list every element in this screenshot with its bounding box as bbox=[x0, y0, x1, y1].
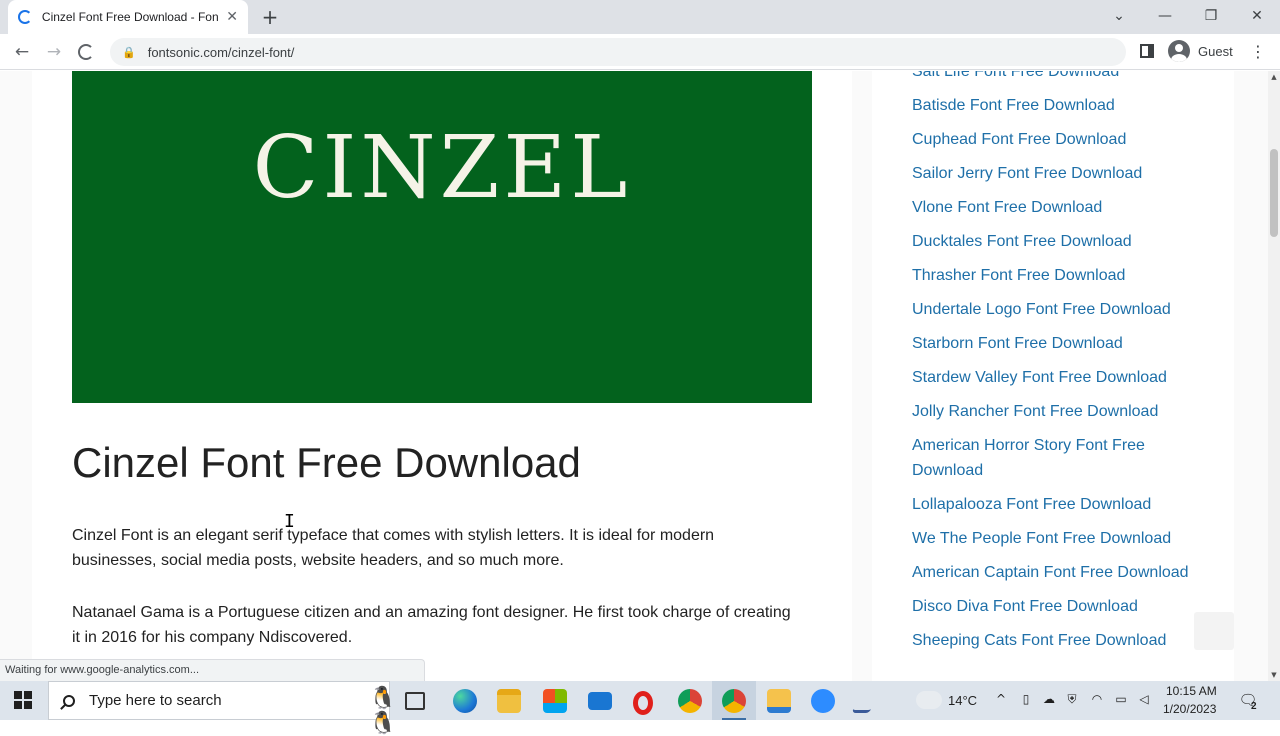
volume-icon[interactable]: ◁ bbox=[1136, 692, 1152, 706]
sidebar-link[interactable]: American Captain Font Free Download bbox=[912, 560, 1202, 594]
show-hidden-icons-icon[interactable]: ^ bbox=[993, 692, 1009, 706]
search-icon bbox=[63, 694, 75, 707]
sidebar-link[interactable]: Lollapalooza Font Free Download bbox=[912, 492, 1202, 526]
sidebar-link[interactable]: Undertale Logo Font Free Download bbox=[912, 297, 1202, 331]
scroll-down-arrow-icon[interactable]: ▼ bbox=[1268, 669, 1280, 681]
sidebar: Salt Life Font Free Download Batisde Fon… bbox=[872, 71, 1234, 681]
stop-loading-icon[interactable] bbox=[78, 44, 94, 60]
sidebar-link[interactable]: Salt Life Font Free Download bbox=[912, 71, 1202, 93]
text-cursor-icon: I bbox=[284, 511, 295, 532]
page-scrollbar[interactable]: ▲ ▼ bbox=[1268, 71, 1280, 681]
profile-label: Guest bbox=[1198, 43, 1233, 59]
sidebar-link[interactable]: Batisde Font Free Download bbox=[912, 93, 1202, 127]
sidebar-link[interactable]: Jolly Rancher Font Free Download bbox=[912, 399, 1202, 433]
forward-button[interactable]: → bbox=[41, 40, 67, 64]
designer-paragraph: Natanael Gama is a Portuguese citizen an… bbox=[72, 604, 791, 646]
tab-search-dropdown-icon[interactable]: ⌄ bbox=[1104, 6, 1134, 26]
search-highlight-penguins-icon: 🐧🐧 bbox=[369, 686, 396, 736]
new-tab-button[interactable]: + bbox=[258, 6, 282, 28]
windows-start-button[interactable] bbox=[14, 691, 32, 709]
weather-temperature[interactable]: 14°C bbox=[948, 693, 977, 708]
clock-time[interactable]: 10:15 AM bbox=[1166, 684, 1217, 698]
cloud-icon[interactable]: ☁ bbox=[1041, 692, 1057, 706]
browser-tab[interactable]: Cinzel Font Free Download - Fon ✕ bbox=[8, 0, 248, 34]
browser-tab-strip: Cinzel Font Free Download - Fon ✕ + ⌄ — … bbox=[0, 0, 1280, 34]
sidebar-link[interactable]: Starborn Font Free Download bbox=[912, 331, 1202, 365]
intro-paragraph: Cinzel Font is an elegant serif typeface… bbox=[72, 527, 715, 569]
sidebar-link[interactable]: Ducktales Font Free Download bbox=[912, 229, 1202, 263]
taskbar-search-box[interactable]: Type here to search 🐧🐧 bbox=[48, 681, 396, 736]
sidebar-link[interactable]: Sheeping Cats Font Free Download bbox=[912, 628, 1202, 662]
device-icon[interactable]: ▯ bbox=[1018, 692, 1034, 706]
pen-app-icon[interactable] bbox=[851, 689, 879, 713]
clock-date[interactable]: 1/20/2023 bbox=[1163, 702, 1216, 716]
hero-image: CINZEL bbox=[72, 71, 812, 403]
mail-icon[interactable] bbox=[588, 692, 612, 710]
notification-count-badge: 2 bbox=[1251, 701, 1257, 712]
search-placeholder: Type here to search bbox=[89, 692, 222, 709]
sidebar-link[interactable]: Stardew Valley Font Free Download bbox=[912, 365, 1202, 399]
avatar bbox=[1168, 40, 1190, 62]
task-view-icon[interactable] bbox=[405, 692, 425, 710]
battery-icon[interactable]: ▭ bbox=[1113, 692, 1129, 706]
files-icon[interactable] bbox=[767, 689, 791, 713]
status-bubble: Waiting for www.google-analytics.com... bbox=[0, 659, 425, 681]
scrollbar-thumb[interactable] bbox=[1270, 149, 1278, 237]
wifi-icon[interactable]: ◠ bbox=[1089, 692, 1105, 706]
side-panel-icon[interactable] bbox=[1140, 44, 1154, 58]
sidebar-link[interactable]: Sailor Jerry Font Free Download bbox=[912, 161, 1202, 195]
browser-toolbar: ← → 🔒 fontsonic.com/cinzel-font/ Guest ⋮ bbox=[0, 34, 1280, 70]
sidebar-link[interactable]: Thrasher Font Free Download bbox=[912, 263, 1202, 297]
browser-menu-icon[interactable]: ⋮ bbox=[1250, 42, 1266, 61]
weather-cloud-icon bbox=[916, 691, 942, 709]
address-bar[interactable]: 🔒 fontsonic.com/cinzel-font/ bbox=[110, 38, 1126, 66]
sidebar-link[interactable]: Vlone Font Free Download bbox=[912, 195, 1202, 229]
article-column: CINZEL Cinzel Font Free Download Cinzel … bbox=[32, 71, 852, 681]
microsoft-store-icon[interactable] bbox=[543, 689, 567, 713]
chrome-active-icon[interactable] bbox=[722, 689, 746, 713]
sidebar-link[interactable]: We The People Font Free Download bbox=[912, 526, 1202, 560]
tab-title: Cinzel Font Free Download - Fon bbox=[41, 10, 219, 24]
sidebar-link[interactable]: American Horror Story Font Free Download bbox=[912, 433, 1202, 492]
windows-taskbar: Type here to search 🐧🐧 14°C ^ ▯ ☁ ⛨ ◠ ▭ … bbox=[0, 681, 1280, 736]
file-explorer-icon[interactable] bbox=[497, 689, 521, 713]
close-window-button[interactable]: ✕ bbox=[1242, 6, 1272, 26]
restore-button[interactable]: ❐ bbox=[1196, 6, 1226, 26]
page-viewport: CINZEL Cinzel Font Free Download Cinzel … bbox=[0, 71, 1268, 681]
sidebar-link[interactable]: Disco Diva Font Free Download bbox=[912, 594, 1202, 628]
close-tab-icon[interactable]: ✕ bbox=[226, 9, 238, 25]
scroll-up-arrow-icon[interactable]: ▲ bbox=[1268, 71, 1280, 83]
related-fonts-list: Salt Life Font Free Download Batisde Fon… bbox=[912, 71, 1202, 662]
lock-icon[interactable]: 🔒 bbox=[122, 46, 136, 59]
zoom-icon[interactable] bbox=[811, 689, 835, 713]
profile-button[interactable]: Guest bbox=[1168, 40, 1233, 62]
chrome-icon[interactable] bbox=[678, 689, 702, 713]
back-to-top-button[interactable] bbox=[1194, 612, 1234, 650]
page-title: Cinzel Font Free Download bbox=[72, 439, 581, 486]
back-button[interactable]: ← bbox=[9, 40, 35, 64]
minimize-button[interactable]: — bbox=[1150, 6, 1180, 26]
hero-wordmark: CINZEL bbox=[252, 118, 632, 218]
url-text[interactable]: fontsonic.com/cinzel-font/ bbox=[148, 45, 295, 60]
loading-icon bbox=[18, 10, 32, 24]
sidebar-link[interactable]: Cuphead Font Free Download bbox=[912, 127, 1202, 161]
security-shield-icon[interactable]: ⛨ bbox=[1064, 692, 1080, 707]
edge-icon[interactable] bbox=[453, 689, 477, 713]
opera-icon[interactable] bbox=[633, 691, 653, 715]
